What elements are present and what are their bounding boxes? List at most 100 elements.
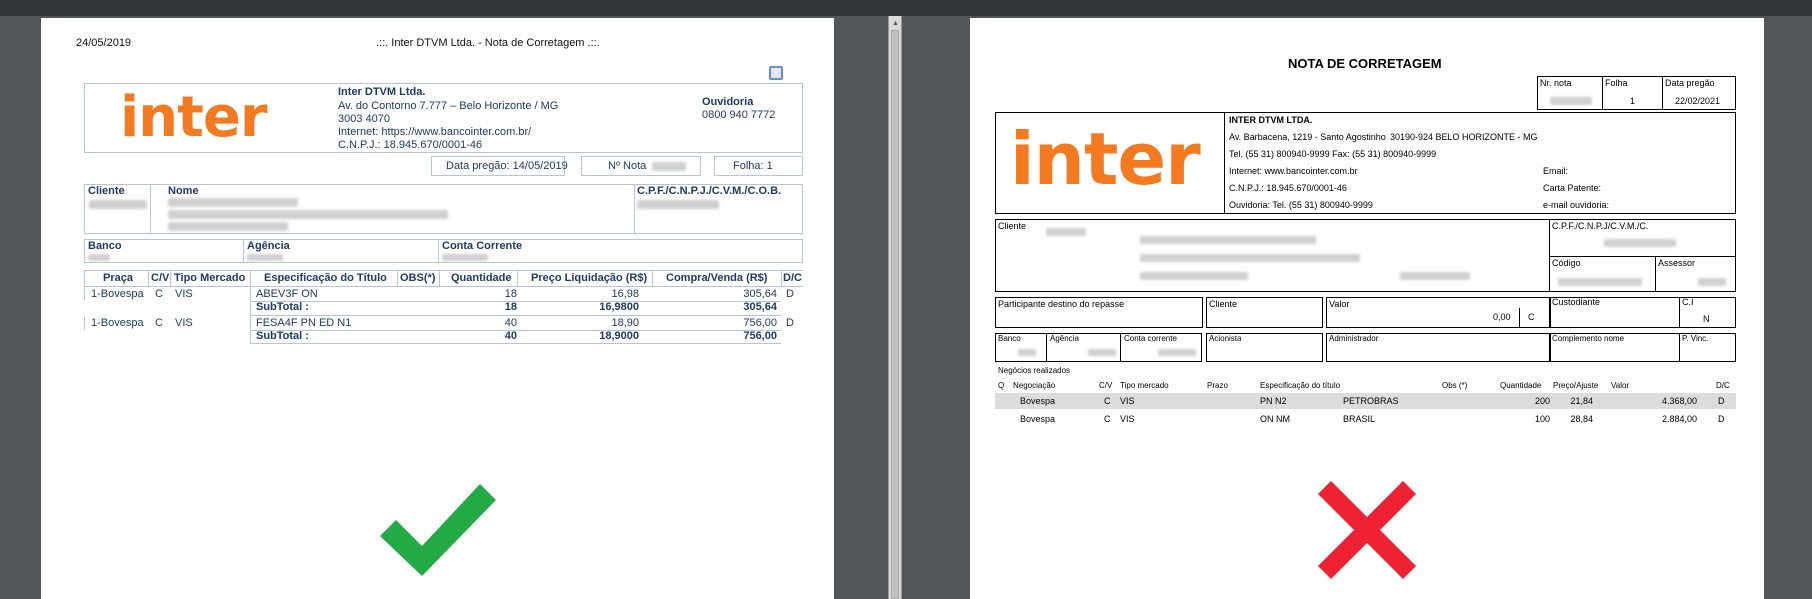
th-obs: Obs (*) [1442, 381, 1468, 390]
nota-label: Nº Nota [608, 160, 647, 172]
th-obs: OBS(*) [400, 272, 436, 284]
name-redacted [168, 198, 298, 207]
row1-praca: 1-Bovespa [91, 288, 144, 300]
valor-label: Valor [1329, 299, 1350, 309]
negocios-label: Negócios realizados [998, 366, 1071, 375]
ouvidoria-label: Ouvidoria [702, 96, 754, 108]
assessor-label: Assessor [1658, 258, 1696, 268]
codigo-label: Código [1552, 258, 1581, 268]
r-row1-tipo: VIS [1120, 396, 1135, 406]
th-dc: D/C [783, 272, 802, 284]
row2-subtotal-qtd: 40 [504, 330, 517, 342]
company-ouvidoria: Ouvidoria: Tel. (55 31) 800940-9999 [1229, 200, 1373, 210]
r-row1-neg: Bovespa [1020, 396, 1056, 406]
cliente-name-redacted [1140, 236, 1316, 244]
row1-subtotal-label: SubTotal : [256, 301, 309, 313]
cpf-label: C.P.F./C.N.P.J./C.V.M./C.O.B. [637, 185, 782, 197]
client-code-redacted [89, 200, 147, 209]
folha-value: 1 [1630, 96, 1636, 106]
company-carta-label: Carta Patente: [1543, 183, 1602, 193]
complemento-label: Complemento nome [1552, 334, 1625, 343]
nota-number-redacted [652, 162, 686, 171]
cliente2-label: Cliente [1209, 299, 1238, 309]
data-pregao: Data pregão: 14/05/2019 [446, 160, 568, 172]
cliente-address-redacted [1140, 254, 1360, 262]
ci-value: N [1703, 314, 1710, 324]
document-page-left: 24/05/2019 .::. Inter DTVM Ltda. - Nota … [41, 18, 834, 599]
th-cv: C/V [151, 272, 170, 284]
codigo-redacted [1558, 278, 1642, 286]
nr-nota-redacted [1550, 97, 1592, 105]
row1-preco: 16,98 [611, 288, 639, 300]
company-address: Av. Barbacena, 1219 - Santo Agostinho [1229, 132, 1386, 142]
row2-preco: 18,90 [611, 317, 639, 329]
th-titulo: Especificação do Título [264, 272, 387, 284]
row1-subtotal-preco: 16,9800 [599, 301, 639, 313]
row2-qtd: 40 [504, 317, 517, 329]
r-row1-qtd: 200 [1534, 396, 1550, 406]
r-row1-titulo: PETROBRAS [1343, 396, 1399, 406]
cpf-label: C.P.F./C.N.P.J/C.V.M./C. [1552, 221, 1649, 231]
row1-tipo: VIS [175, 288, 193, 300]
cliente-cep-redacted [1400, 272, 1470, 280]
data-pregao-label: Data pregão [1665, 78, 1715, 88]
r-row1-valor: 4.368,00 [1661, 396, 1697, 406]
agencia-label: Agência [1050, 334, 1079, 343]
table-left-rule [84, 270, 85, 286]
row2-tipo: VIS [175, 317, 193, 329]
r-row2-qtd: 100 [1534, 414, 1550, 424]
company-email-label: Email: [1543, 166, 1569, 176]
acionista-label: Acionista [1209, 334, 1242, 343]
r-row1-esp: PN N2 [1260, 396, 1287, 406]
administrador-label: Administrador [1329, 334, 1379, 343]
th-valor: Compra/Venda (R$) [666, 272, 768, 284]
folha: Folha: 1 [733, 160, 773, 172]
custodiante-label: Custodiante [1552, 297, 1601, 307]
th-preco: Preço/Ajuste [1553, 381, 1599, 390]
row1-valor: 305,64 [743, 288, 777, 300]
scrollbar-thumb[interactable] [891, 30, 899, 599]
company-phone: 3003 4070 [338, 113, 390, 125]
folha-label: Folha [1605, 78, 1628, 88]
th-cv: C/V [1099, 381, 1113, 390]
th-preco: Preço Liquidação (R$) [531, 272, 648, 284]
viewer-toolbar [0, 0, 1812, 16]
row2-subtotal-valor: 756,00 [743, 330, 777, 342]
row1-titulo: ABEV3F ON [256, 288, 318, 300]
company-city: 30190-924 BELO HORIZONTE - MG [1390, 132, 1538, 142]
conta-redacted [442, 254, 488, 261]
company-name: INTER DTVM LTDA. [1229, 115, 1313, 125]
company-address: Av. do Contorno 7.777 – Belo Horizonte /… [338, 100, 559, 112]
th-dc: D/C [1716, 381, 1730, 390]
conta-redacted [1158, 349, 1196, 356]
nr-nota-label: Nr. nota [1540, 78, 1572, 88]
cpf-redacted [637, 200, 719, 209]
nota-title: NOTA DE CORRETAGEM [1288, 56, 1442, 71]
banco-redacted [1018, 349, 1036, 356]
document-page-right: NOTA DE CORRETAGEM Nr. nota Folha Data p… [970, 18, 1764, 599]
th-especificacao: Especificação do título [1260, 381, 1341, 390]
cross-icon [1318, 481, 1416, 579]
r-row2-tipo: VIS [1120, 414, 1135, 424]
print-icon[interactable] [769, 66, 783, 80]
nome-label: Nome [168, 185, 199, 197]
th-tipo: Tipo mercado [1120, 381, 1169, 390]
cliente-code-redacted [1046, 228, 1086, 236]
print-title: .::. Inter DTVM Ltda. - Nota de Corretag… [376, 37, 600, 49]
r-row1-preco: 21,84 [1570, 396, 1593, 406]
row1-cv: C [155, 288, 163, 300]
cliente-city-redacted [1140, 272, 1248, 280]
scroll-up-arrow-icon[interactable]: ▲ [892, 20, 899, 27]
table-top-rule [84, 270, 803, 271]
r-row2-dc: D [1718, 414, 1725, 424]
row2-dc: D [786, 317, 794, 329]
banco-redacted [88, 254, 110, 261]
valor-box [1326, 297, 1551, 328]
agencia-redacted [247, 254, 283, 261]
company-email-ouvidoria-label: e-mail ouvidoria: [1543, 200, 1610, 210]
th-q: Q [998, 381, 1005, 390]
valor-flag: C [1528, 312, 1535, 322]
row1-subtotal-qtd: 18 [504, 301, 517, 313]
th-prazo: Prazo [1207, 381, 1228, 390]
row1-dc: D [786, 288, 794, 300]
